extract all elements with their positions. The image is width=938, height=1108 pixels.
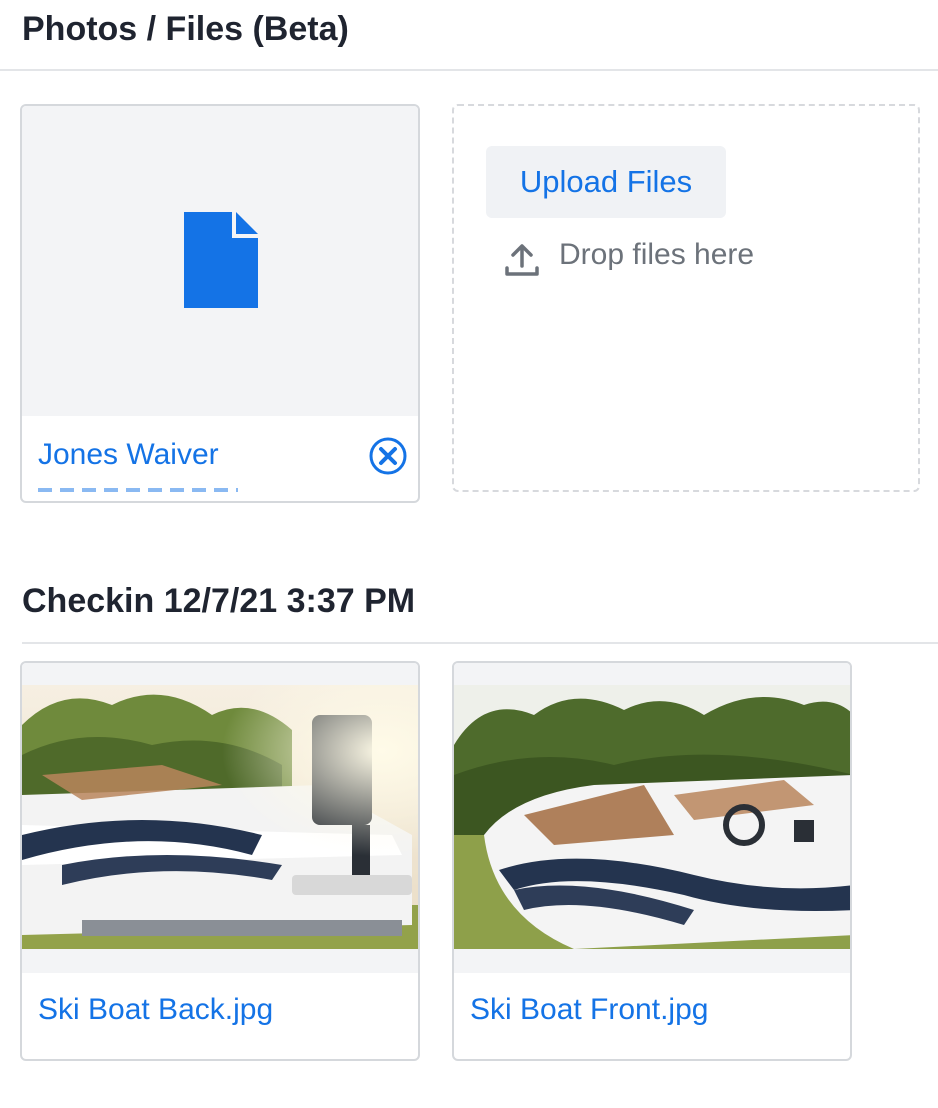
upload-dropzone[interactable]: Upload Files Drop files here bbox=[452, 104, 920, 492]
header-divider bbox=[0, 69, 938, 71]
photo-preview[interactable] bbox=[454, 663, 850, 973]
file-card[interactable]: Jones Waiver bbox=[20, 104, 420, 503]
file-name-link[interactable]: Jones Waiver bbox=[38, 438, 219, 472]
file-preview[interactable] bbox=[22, 106, 418, 416]
upload-files-button[interactable]: Upload Files bbox=[486, 146, 726, 218]
file-subtitle-clipped bbox=[38, 488, 238, 494]
photo-preview[interactable] bbox=[22, 663, 418, 973]
drop-files-hint: Drop files here bbox=[559, 238, 755, 271]
photo-card[interactable]: Ski Boat Back.jpg bbox=[20, 661, 420, 1061]
section-title-photos-files: Photos / Files (Beta) bbox=[22, 10, 349, 48]
boat-back-image[interactable] bbox=[22, 685, 420, 949]
upload-icon bbox=[505, 244, 539, 276]
photo-card[interactable]: Ski Boat Front.jpg bbox=[452, 661, 852, 1061]
boat-front-image[interactable] bbox=[454, 685, 852, 949]
photo-name-link[interactable]: Ski Boat Front.jpg bbox=[470, 993, 708, 1027]
photo-name-link[interactable]: Ski Boat Back.jpg bbox=[38, 993, 273, 1027]
close-circle-icon[interactable] bbox=[368, 436, 408, 476]
document-icon bbox=[184, 212, 258, 308]
checkin-divider bbox=[22, 642, 938, 644]
section-title-checkin: Checkin 12/7/21 3:37 PM bbox=[22, 582, 416, 620]
